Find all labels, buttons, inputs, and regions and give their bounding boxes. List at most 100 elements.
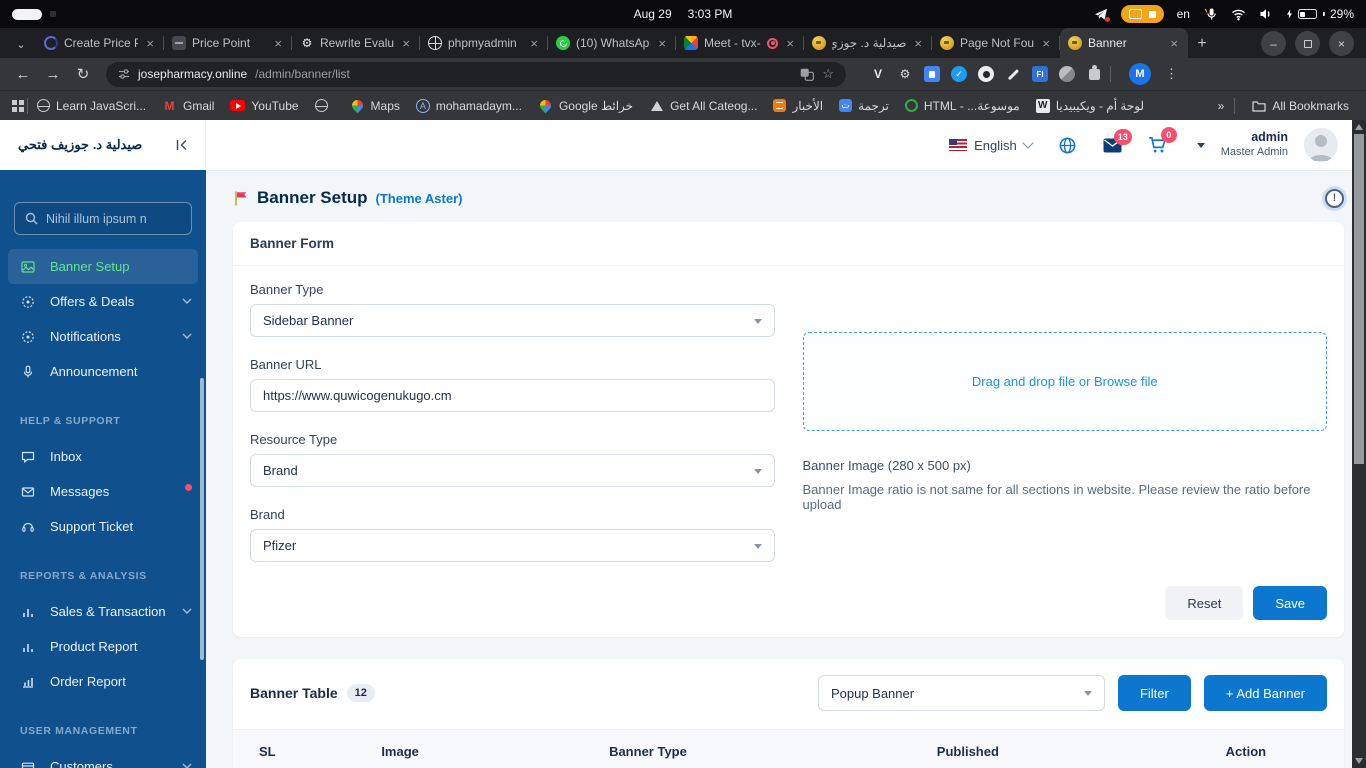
new-tab-button[interactable]: + bbox=[1188, 30, 1216, 58]
tab-close-icon[interactable]: × bbox=[1168, 36, 1180, 51]
window-controls: – × bbox=[1261, 31, 1360, 58]
bookmark-news[interactable]: الأخبار bbox=[766, 94, 830, 118]
language-selector[interactable]: English bbox=[949, 138, 1032, 153]
bookmarks-overflow-icon[interactable]: » bbox=[1218, 99, 1225, 113]
website-globe-button[interactable] bbox=[1058, 136, 1077, 155]
sidebar-search[interactable] bbox=[14, 202, 192, 235]
messages-button[interactable]: 13 bbox=[1103, 138, 1122, 153]
add-banner-button[interactable]: + Add Banner bbox=[1204, 675, 1327, 711]
sidebar-item-customers[interactable]: Customers bbox=[0, 749, 206, 768]
maximize-button[interactable] bbox=[1295, 31, 1320, 56]
sidebar-item-support-ticket[interactable]: Support Ticket bbox=[0, 509, 206, 544]
sidebar-item-sales-report[interactable]: Sales & Transaction Repo bbox=[0, 594, 206, 629]
tab-close-icon[interactable]: × bbox=[144, 36, 156, 51]
tab-rewrite-eval[interactable]: ⚙ Rewrite Evalu × bbox=[292, 28, 420, 58]
sidebar-item-offers-deals[interactable]: Offers & Deals bbox=[0, 284, 206, 319]
bookmark-maps[interactable]: Maps bbox=[343, 94, 407, 118]
bookmark-gmail[interactable]: MGmail bbox=[155, 94, 221, 118]
bookmark-get-all-categ[interactable]: Get All Cateog... bbox=[642, 94, 764, 118]
banner-type-filter-select[interactable]: Popup Banner bbox=[818, 675, 1105, 711]
sidebar-scrollbar-thumb[interactable] bbox=[200, 378, 204, 660]
file-dropzone[interactable]: Drag and drop file or Browse file bbox=[803, 332, 1328, 431]
tab-banner-active[interactable]: Banner × bbox=[1060, 28, 1188, 58]
sidebar-collapse-icon[interactable] bbox=[175, 138, 189, 152]
tab-close-icon[interactable]: × bbox=[784, 36, 796, 51]
tab-phpmyadmin[interactable]: phpmyadmin × bbox=[420, 28, 548, 58]
sidebar-search-input[interactable] bbox=[46, 212, 176, 226]
bookmark-globe-only[interactable] bbox=[308, 94, 341, 118]
page-scrollbar[interactable] bbox=[1352, 120, 1366, 768]
extension-blue-icon[interactable] bbox=[924, 66, 940, 82]
address-bar[interactable]: josepharmacy.online/admin/banner/list ☆ bbox=[106, 62, 846, 87]
screen-share-indicator[interactable] bbox=[1121, 5, 1164, 23]
avatar[interactable] bbox=[1304, 128, 1338, 162]
sidebar-item-notifications[interactable]: Notifications bbox=[0, 319, 206, 354]
scroll-up-icon[interactable] bbox=[1355, 124, 1363, 130]
reload-button[interactable]: ↻ bbox=[70, 65, 96, 83]
tab-whatsapp[interactable]: (10) WhatsAp × bbox=[548, 28, 676, 58]
tab-close-icon[interactable]: × bbox=[272, 36, 284, 51]
forward-button[interactable]: → bbox=[40, 66, 66, 83]
bookmark-html-encyclopedia[interactable]: موسوعة... - HTML bbox=[898, 94, 1027, 118]
scroll-down-icon[interactable] bbox=[1355, 758, 1363, 764]
sidebar-item-product-report[interactable]: Product Report bbox=[0, 629, 206, 664]
extension-circle-icon[interactable] bbox=[978, 66, 994, 82]
browser-profile-avatar[interactable]: M bbox=[1129, 63, 1151, 85]
resource-type-select[interactable]: Brand bbox=[250, 454, 775, 487]
time-label: 3:03 PM bbox=[688, 7, 733, 21]
extension-ft-icon[interactable]: FI bbox=[1032, 66, 1048, 82]
extension-pen-icon[interactable] bbox=[1005, 66, 1021, 82]
tab-page-not-found[interactable]: Page Not Fou × bbox=[932, 28, 1060, 58]
bookmark-wikipedia[interactable]: Wلوحة أم - ويكيبيديا bbox=[1029, 94, 1151, 118]
bookmark-star-icon[interactable]: ☆ bbox=[822, 66, 834, 82]
minimize-button[interactable]: – bbox=[1261, 31, 1286, 56]
tab-price-point[interactable]: Price Point × bbox=[164, 28, 292, 58]
tab-close-icon[interactable]: × bbox=[912, 36, 924, 51]
battery-indicator[interactable]: 29% bbox=[1286, 7, 1354, 21]
tab-close-icon[interactable]: × bbox=[656, 36, 668, 51]
brand-select[interactable]: Pfizer bbox=[250, 529, 775, 562]
extension-check-icon[interactable]: ✓ bbox=[951, 66, 967, 82]
telegram-icon[interactable] bbox=[1094, 8, 1108, 21]
extensions-puzzle-icon[interactable] bbox=[1086, 66, 1102, 82]
extension-v-icon[interactable]: V bbox=[870, 66, 886, 82]
reset-button[interactable]: Reset bbox=[1165, 586, 1243, 620]
back-button[interactable]: ← bbox=[10, 66, 36, 83]
activities-pill[interactable] bbox=[12, 9, 42, 20]
close-window-button[interactable]: × bbox=[1329, 31, 1354, 56]
bookmark-translate[interactable]: تترجمة bbox=[832, 94, 896, 118]
tab-close-icon[interactable]: × bbox=[400, 36, 412, 51]
translate-icon[interactable] bbox=[800, 68, 814, 81]
sidebar-item-order-report[interactable]: Order Report bbox=[0, 664, 206, 699]
all-bookmarks-button[interactable]: All Bookmarks bbox=[1245, 94, 1356, 118]
banner-url-input[interactable] bbox=[263, 388, 762, 403]
cart-button[interactable]: 0 bbox=[1148, 136, 1167, 154]
filter-button[interactable]: Filter bbox=[1118, 675, 1191, 711]
tab-pharmacy[interactable]: صيدلية د. جوزي × bbox=[804, 28, 932, 58]
map-pin-icon bbox=[350, 98, 365, 113]
bookmark-youtube[interactable]: YouTube bbox=[223, 94, 305, 118]
tab-close-icon[interactable]: × bbox=[528, 36, 540, 51]
info-icon[interactable]: ! bbox=[1325, 189, 1344, 208]
extension-gear-icon[interactable]: ⚙ bbox=[897, 66, 913, 82]
save-button[interactable]: Save bbox=[1253, 586, 1327, 620]
keyboard-layout-indicator[interactable]: en bbox=[1177, 7, 1190, 21]
sidebar-item-messages[interactable]: Messages bbox=[0, 474, 206, 509]
site-settings-icon[interactable] bbox=[118, 68, 130, 80]
sidebar-item-banner-setup[interactable]: Banner Setup bbox=[8, 249, 198, 284]
profile-caret-icon[interactable] bbox=[1197, 143, 1205, 148]
scrollbar-thumb[interactable] bbox=[1354, 134, 1364, 464]
tab-close-icon[interactable]: × bbox=[1040, 36, 1052, 51]
apps-grid-icon[interactable] bbox=[10, 98, 25, 113]
sidebar-item-announcement[interactable]: Announcement bbox=[0, 354, 206, 389]
tab-meet[interactable]: Meet - tvx- × bbox=[676, 28, 804, 58]
tab-search-button[interactable]: ⌄ bbox=[6, 30, 36, 58]
extension-gray-icon[interactable] bbox=[1059, 66, 1075, 82]
bookmark-learn-js[interactable]: Learn JavaScri... bbox=[30, 94, 153, 118]
tab-create-price[interactable]: Create Price P × bbox=[36, 28, 164, 58]
banner-type-select[interactable]: Sidebar Banner bbox=[250, 304, 775, 337]
bookmark-mohamadaym[interactable]: Amohamadaym... bbox=[409, 94, 529, 118]
bookmark-google-maps-ar[interactable]: خرائط Google bbox=[531, 94, 640, 118]
browser-menu-icon[interactable]: ⋮ bbox=[1165, 66, 1178, 82]
sidebar-item-inbox[interactable]: Inbox bbox=[0, 439, 206, 474]
